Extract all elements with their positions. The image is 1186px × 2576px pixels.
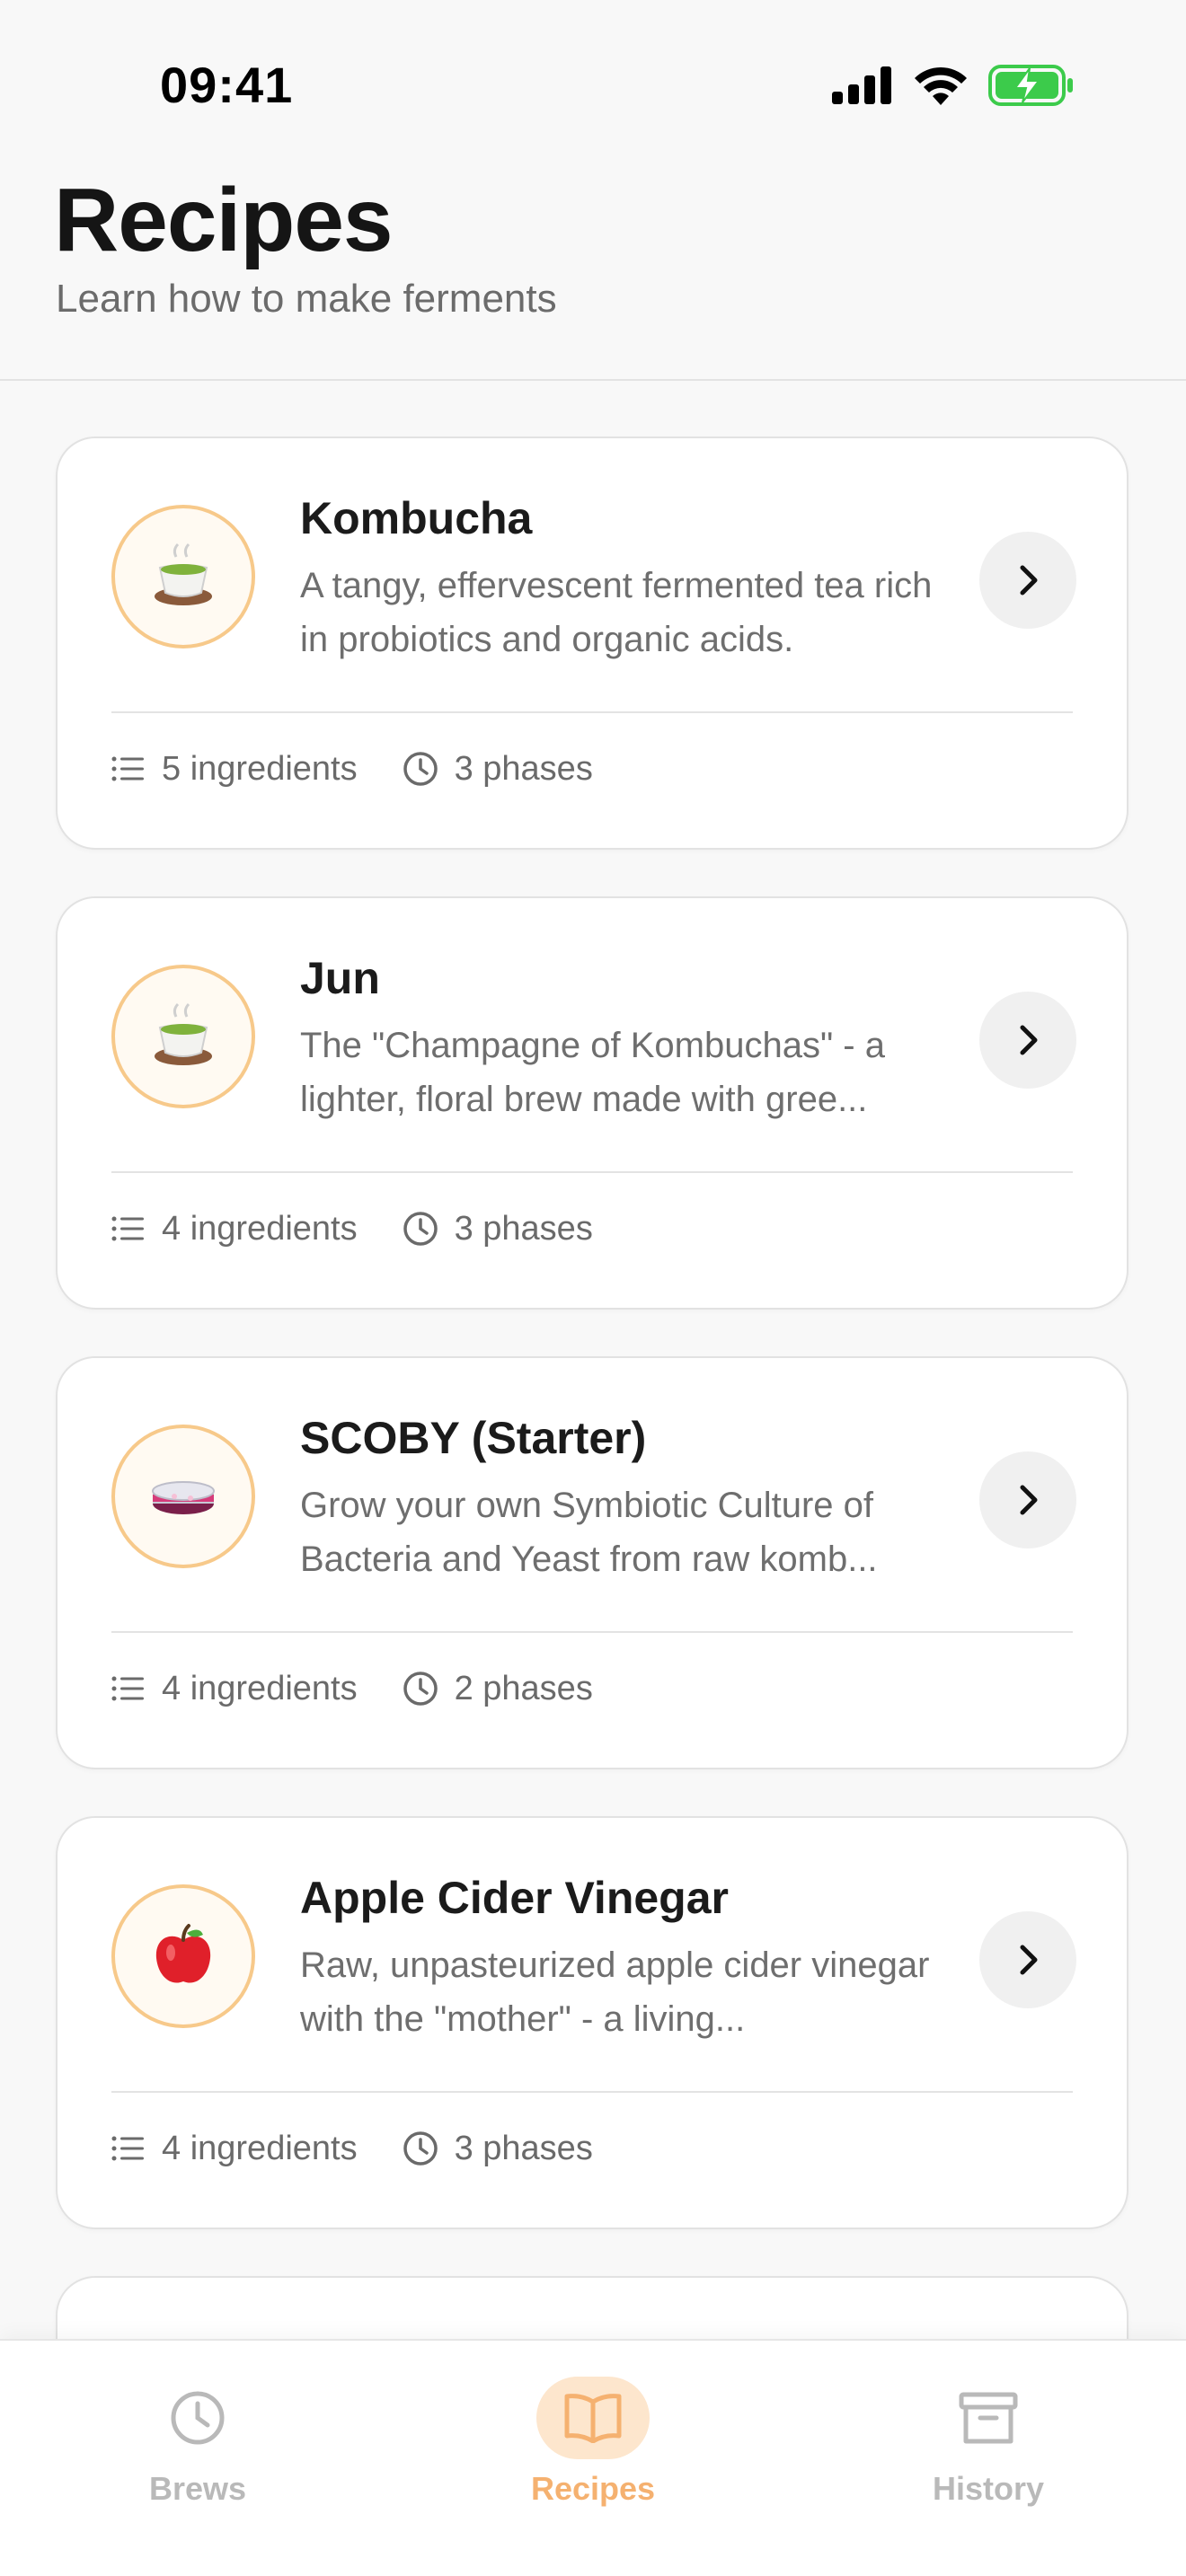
status-time: 09:41 [160,57,294,113]
phases-count: 3 phases [403,2130,593,2168]
recipe-meta: 5 ingredients 3 phases [111,742,593,796]
signal-icon [832,66,893,109]
apple-icon [111,1884,255,2028]
recipe-meta: 4 ingredients 2 phases [111,1662,593,1716]
list-icon [111,1215,146,1242]
clock-icon [403,751,438,787]
tab-label: Brews [148,2470,247,2507]
header: Recipes Learn how to make ferments [0,171,1186,381]
recipe-title: Apple Cider Vinegar [300,1873,729,1923]
recipe-title: Jun [300,953,380,1003]
chevron-right-icon[interactable] [979,532,1076,629]
recipe-card-jun[interactable]: Jun The "Champagne of Kombuchas" - a lig… [56,896,1128,1310]
tab-history[interactable]: History [854,2377,1123,2508]
ingredients-label: 4 ingredients [162,1209,358,1248]
chevron-right-icon[interactable] [979,1451,1076,1548]
phases-count: 2 phases [403,1670,593,1708]
card-divider [111,711,1073,713]
list-icon [111,2135,146,2162]
recipe-title: Kombucha [300,493,533,543]
phases-count: 3 phases [403,1210,593,1248]
recipe-list[interactable]: Kombucha A tangy, effervescent fermented… [0,381,1186,2339]
status-bar: 09:41 [0,0,1186,171]
card-divider [111,1171,1073,1173]
page-title: Recipes [54,170,394,270]
card-divider [111,1631,1073,1633]
recipe-description: A tangy, effervescent fermented tea rich… [300,566,933,659]
recipe-meta: 4 ingredients 3 phases [111,1202,593,1256]
ingredients-count: 4 ingredients [111,1210,358,1248]
tea-icon [111,965,255,1108]
recipe-description: Grow your own Symbiotic Culture of Bacte… [300,1486,878,1579]
ingredients-label: 4 ingredients [162,1669,358,1707]
recipe-meta: 4 ingredients 3 phases [111,2122,593,2175]
clock-icon [403,1211,438,1247]
ingredients-count: 5 ingredients [111,750,358,789]
phases-label: 3 phases [454,1209,593,1248]
tab-brews[interactable]: Brews [63,2377,332,2508]
tab-label: Recipes [530,2470,656,2507]
recipe-card-partial[interactable] [56,2276,1128,2339]
petri-dish-icon [111,1425,255,1568]
tab-bar: Brews Recipes History [0,2339,1186,2576]
status-icons [832,65,1075,110]
list-icon [111,755,146,782]
tab-recipes[interactable]: Recipes [458,2377,728,2508]
page-subtitle: Learn how to make ferments [56,277,557,321]
phases-label: 3 phases [454,2129,593,2167]
recipe-card-scoby[interactable]: SCOBY (Starter) Grow your own Symbiotic … [56,1356,1128,1769]
recipes-screen: 09:41 Recipes Learn how to make ferments… [0,0,1186,2576]
phases-label: 3 phases [454,749,593,788]
phases-count: 3 phases [403,750,593,789]
recipe-description: Raw, unpasteurized apple cider vinegar w… [300,1945,930,2039]
recipe-card-apple-cider-vinegar[interactable]: Apple Cider Vinegar Raw, unpasteurized a… [56,1816,1128,2229]
card-divider [111,2091,1073,2093]
clock-icon [403,1671,438,1707]
wifi-icon [913,66,969,110]
tea-icon [111,505,255,648]
ingredients-count: 4 ingredients [111,2130,358,2168]
recipe-card-kombucha[interactable]: Kombucha A tangy, effervescent fermented… [56,437,1128,850]
ingredients-count: 4 ingredients [111,1670,358,1708]
battery-charging-icon [988,65,1075,110]
recipe-title: SCOBY (Starter) [300,1413,647,1463]
tab-label: History [932,2470,1045,2507]
clock-icon [403,2130,438,2166]
recipe-description: The "Champagne of Kombuchas" - a lighter… [300,1026,885,1119]
chevron-right-icon[interactable] [979,992,1076,1089]
ingredients-label: 4 ingredients [162,2129,358,2167]
list-icon [111,1675,146,1702]
chevron-right-icon[interactable] [979,1911,1076,2008]
phases-label: 2 phases [454,1669,593,1707]
archive-icon [932,2377,1045,2459]
clock-icon [141,2377,254,2459]
book-icon [536,2377,650,2459]
ingredients-label: 5 ingredients [162,749,358,788]
